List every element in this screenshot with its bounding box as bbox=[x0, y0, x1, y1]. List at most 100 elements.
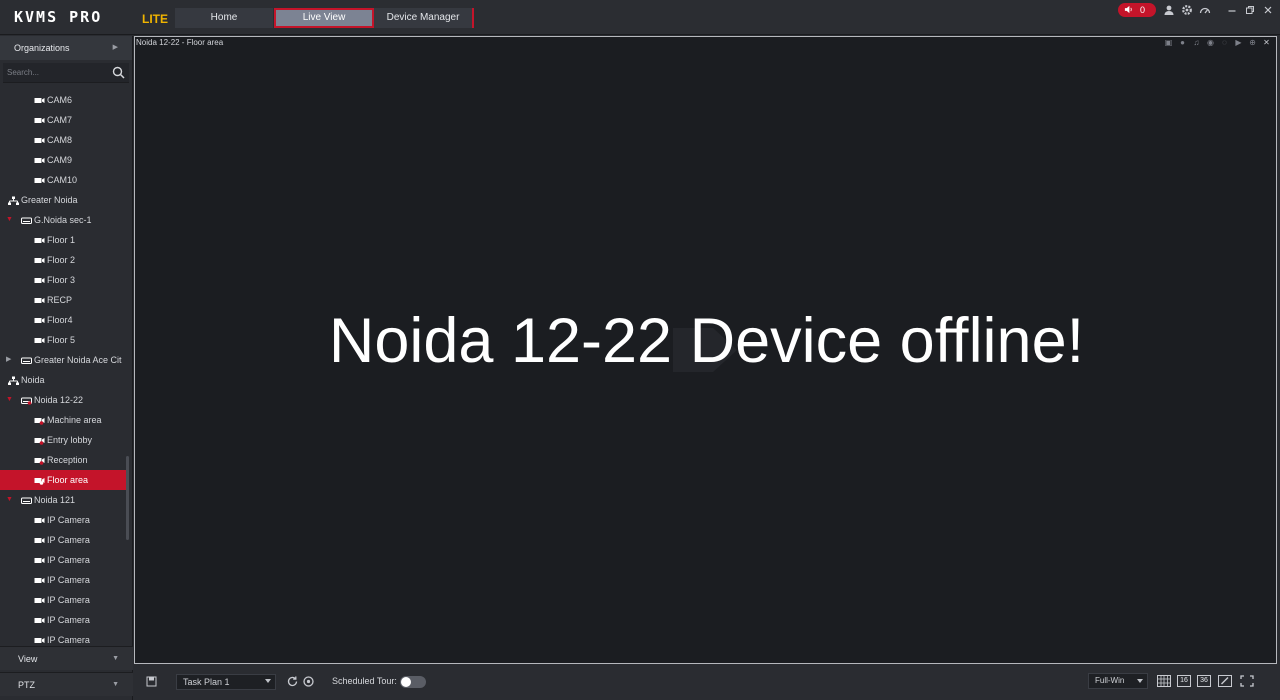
custom-layout-icon[interactable] bbox=[1218, 675, 1232, 687]
tree-item[interactable]: Floor 1 bbox=[0, 230, 128, 250]
performance-icon[interactable] bbox=[1199, 4, 1211, 16]
minimize-icon[interactable] bbox=[1226, 4, 1238, 16]
tree-item[interactable]: IP Camera bbox=[0, 610, 128, 630]
gear-icon[interactable] bbox=[1181, 4, 1193, 16]
organizations-header[interactable]: Organizations ▶ bbox=[0, 36, 132, 60]
collapse-arrow-icon[interactable]: ▶ bbox=[6, 350, 11, 370]
restore-icon[interactable] bbox=[1244, 4, 1256, 16]
expand-arrow-icon[interactable]: ▼ bbox=[6, 490, 13, 510]
tree-item[interactable]: CAM8 bbox=[0, 130, 128, 150]
tree-item[interactable]: IP Camera bbox=[0, 510, 128, 530]
expand-arrow-icon[interactable]: ▼ bbox=[6, 390, 13, 410]
app-edition-label: LITE bbox=[142, 12, 168, 26]
tree-item[interactable]: ▶ Greater Noida Ace Cit bbox=[0, 350, 128, 370]
tree-item[interactable]: ▼ G.Noida sec-1 bbox=[0, 210, 128, 230]
playback-icon[interactable]: ▶ bbox=[1233, 38, 1244, 48]
ptz-panel-label: PTZ bbox=[18, 680, 35, 690]
layout-grid-icon[interactable] bbox=[1157, 675, 1171, 687]
layout-36-button[interactable]: 36 bbox=[1197, 675, 1211, 687]
tree-item[interactable]: ▼ Noida 121 bbox=[0, 490, 128, 510]
task-plan-select[interactable]: Task Plan 1 bbox=[176, 674, 276, 690]
bottom-toolbar: Task Plan 1 Scheduled Tour: Full-Win 16 … bbox=[134, 665, 1280, 700]
tree-item[interactable]: CAM9 bbox=[0, 150, 128, 170]
camera-icon bbox=[34, 638, 45, 643]
tree-item[interactable]: RECP bbox=[0, 290, 128, 310]
tab-live-view[interactable]: Live View bbox=[274, 8, 374, 28]
tree-item-label: RECP bbox=[47, 295, 73, 305]
chevron-right-icon: ▶ bbox=[112, 44, 118, 51]
tree-item-label: Floor4 bbox=[47, 315, 73, 325]
zoom-icon[interactable]: ⊕ bbox=[1247, 38, 1258, 48]
tree-item[interactable]: ▼ Noida 12-22 bbox=[0, 390, 128, 410]
camera-icon bbox=[34, 138, 45, 143]
talk-icon[interactable]: ◉ bbox=[1205, 38, 1216, 48]
tree-item-label: Machine area bbox=[47, 415, 102, 425]
window-mode-select[interactable]: Full-Win bbox=[1088, 673, 1148, 689]
tree-item[interactable]: Floor 3 bbox=[0, 270, 128, 290]
tree-item[interactable]: Floor 5 bbox=[0, 330, 128, 350]
tree-item[interactable]: Noida bbox=[0, 370, 128, 390]
tree-item[interactable]: Entry lobby bbox=[0, 430, 128, 450]
expand-arrow-icon[interactable]: ▼ bbox=[6, 210, 13, 230]
alarm-badge[interactable]: 0 bbox=[1118, 3, 1156, 17]
video-window[interactable]: Noida 12-22 - Floor area ▣ ● ♫ ◉ ◌ ▶ ⊕ ✕… bbox=[134, 36, 1277, 664]
close-video-icon[interactable]: ✕ bbox=[1261, 38, 1272, 48]
search-input[interactable] bbox=[7, 65, 107, 80]
user-icon[interactable] bbox=[1163, 4, 1175, 16]
tree-item[interactable]: Machine area bbox=[0, 410, 128, 430]
tree-item-label: IP Camera bbox=[47, 535, 90, 545]
tree-item-label: Greater Noida Ace Cit bbox=[34, 355, 122, 365]
video-toolbar: ▣ ● ♫ ◉ ◌ ▶ ⊕ ✕ bbox=[1163, 38, 1272, 49]
tree-item-label: Floor 3 bbox=[47, 275, 76, 285]
audio-icon[interactable]: ♫ bbox=[1191, 38, 1202, 48]
camera-icon bbox=[34, 278, 45, 283]
tab-device-manager[interactable]: Device Manager bbox=[374, 8, 474, 28]
ptz-panel-header[interactable]: PTZ ▼ bbox=[0, 672, 133, 696]
tree-item[interactable]: CAM7 bbox=[0, 110, 128, 130]
camera-icon bbox=[34, 158, 45, 163]
scheduled-tour-toggle[interactable] bbox=[400, 676, 426, 688]
tree-item-label: Noida 121 bbox=[34, 495, 76, 505]
record-icon[interactable]: ◌ bbox=[1219, 38, 1230, 48]
tree-item[interactable]: Floor 2 bbox=[0, 250, 128, 270]
refresh-icon[interactable] bbox=[286, 675, 299, 688]
camera-icon bbox=[34, 538, 45, 543]
tour-settings-icon[interactable] bbox=[302, 675, 315, 688]
tree-scrollbar[interactable] bbox=[126, 456, 129, 540]
tree-item[interactable]: Reception bbox=[0, 450, 128, 470]
tree-item-label: Floor 1 bbox=[47, 235, 76, 245]
camera-icon bbox=[34, 298, 45, 303]
tree-item[interactable]: IP Camera bbox=[0, 590, 128, 610]
tab-home[interactable]: Home bbox=[175, 8, 273, 28]
nvr-icon bbox=[21, 357, 32, 364]
close-icon[interactable] bbox=[1262, 4, 1274, 16]
tree-item-label: CAM9 bbox=[47, 155, 73, 165]
window-mode-value: Full-Win bbox=[1095, 676, 1125, 685]
chevron-down-icon: ▼ bbox=[112, 681, 119, 688]
organization-icon bbox=[8, 376, 19, 385]
tree-item[interactable]: IP Camera bbox=[0, 530, 128, 550]
save-icon[interactable] bbox=[146, 676, 157, 687]
speaker-icon bbox=[1124, 5, 1132, 14]
tree-item[interactable]: Greater Noida bbox=[0, 190, 128, 210]
tree-item[interactable]: Floor4 bbox=[0, 310, 128, 330]
layout-16-button[interactable]: 16 bbox=[1177, 675, 1191, 687]
tree-item-label: IP Camera bbox=[47, 575, 90, 585]
sidebar: Organizations ▶ CAM6 CAM7 CAM8 CAM9 CAM10 Gre… bbox=[0, 36, 133, 700]
title-bar: KVMS PRO LITE Home Live View Device Mana… bbox=[0, 0, 1280, 35]
search-icon[interactable] bbox=[112, 66, 125, 79]
tree-item[interactable]: CAM6 bbox=[0, 90, 128, 110]
camera-icon bbox=[34, 438, 45, 445]
tree-item-label: CAM6 bbox=[47, 95, 73, 105]
snapshot-icon[interactable]: ● bbox=[1177, 38, 1188, 48]
tree-item[interactable]: CAM10 bbox=[0, 170, 128, 190]
tree-item[interactable]: Floor area bbox=[0, 470, 128, 490]
view-panel-header[interactable]: View ▼ bbox=[0, 646, 133, 670]
nvr-icon bbox=[21, 497, 32, 504]
organization-icon bbox=[8, 196, 19, 205]
tree-item[interactable]: IP Camera bbox=[0, 550, 128, 570]
tree-item[interactable]: IP Camera bbox=[0, 570, 128, 590]
fullscreen-icon[interactable] bbox=[1240, 675, 1254, 687]
bitstream-icon[interactable]: ▣ bbox=[1163, 38, 1174, 48]
tree-item-label: Noida bbox=[21, 375, 45, 385]
